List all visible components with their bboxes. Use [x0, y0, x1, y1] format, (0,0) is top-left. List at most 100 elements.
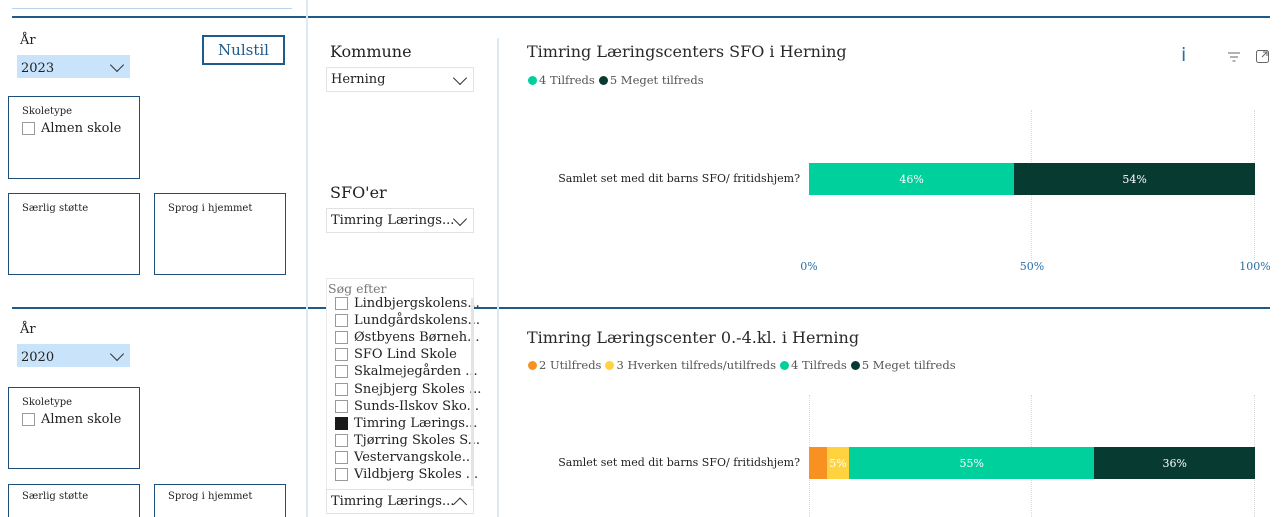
- bar-segment[interactable]: 54%: [1014, 163, 1255, 195]
- chevron-down-icon: [452, 70, 468, 85]
- legend-item[interactable]: 4 Tilfreds: [780, 358, 847, 372]
- school-type-title: Skoletype: [22, 106, 73, 117]
- legend-label: 3 Hverken tilfreds/utilfreds: [616, 358, 776, 372]
- checkbox[interactable]: [335, 297, 348, 310]
- checkbox[interactable]: [335, 331, 348, 345]
- checkbox[interactable]: [22, 413, 35, 426]
- legend-item[interactable]: 4 Tilfreds: [528, 73, 595, 87]
- listbox-scrollbar[interactable]: [471, 298, 474, 486]
- school-type-title: Skoletype: [22, 397, 73, 408]
- sfo-list-item-label: SFO Lind Skole: [354, 347, 457, 363]
- checkbox[interactable]: [335, 399, 348, 413]
- sfo-dropdown-open-value: Timring Lærings...: [331, 494, 455, 509]
- home-language-filter: Sprog i hjemmet: [154, 193, 286, 275]
- data-label: 54%: [1122, 172, 1147, 186]
- checkbox[interactable]: [335, 416, 348, 430]
- legend-item[interactable]: 5 Meget tilfreds: [850, 358, 956, 372]
- checkbox[interactable]: [335, 433, 348, 447]
- data-label: 55%: [959, 456, 984, 470]
- sfo-list-item[interactable]: Tjørring Skoles S...: [335, 433, 480, 448]
- bar-segment[interactable]: 36%: [1094, 447, 1255, 479]
- section-divider-line: [12, 307, 1270, 309]
- bar-segment[interactable]: 5%: [826, 447, 850, 479]
- year-dropdown-bottom[interactable]: 2020: [17, 344, 130, 367]
- category-label: Samlet set med dit barns SFO/ fritidshje…: [558, 456, 800, 469]
- sfo-list-item[interactable]: Østbyens Børneh...: [335, 330, 480, 345]
- sfo-list-item[interactable]: SFO Lind Skole: [335, 347, 457, 362]
- reset-button[interactable]: Nulstil: [202, 35, 285, 65]
- home-language-title: Sprog i hjemmet: [168, 203, 253, 214]
- special-support-title: Særlig støtte: [22, 203, 89, 214]
- sfo-list-item-label: Tjørring Skoles S...: [354, 432, 481, 448]
- school-type-option-almen[interactable]: Almen skole: [22, 412, 121, 427]
- sfo-list-item[interactable]: Sunds-Ilskov Sko...: [335, 399, 479, 414]
- sfo-dropdown-open[interactable]: Timring Lærings...: [326, 489, 474, 514]
- special-support-title: Særlig støtte: [22, 491, 89, 502]
- year-label: År: [20, 33, 36, 48]
- legend-dot: [605, 360, 615, 370]
- sfo-list-item[interactable]: Skalmejegården ...: [335, 364, 478, 379]
- checkbox[interactable]: [22, 122, 35, 135]
- filter-icon[interactable]: [1228, 52, 1240, 62]
- x-tick-label: 50%: [1019, 260, 1045, 273]
- sfo-list-item-label: Sunds-Ilskov Sko...: [354, 398, 479, 414]
- bar-segment[interactable]: 46%: [809, 163, 1015, 195]
- year-label-bottom: År: [20, 322, 36, 337]
- checkbox[interactable]: [335, 348, 348, 362]
- sfo-label: SFO'er: [330, 183, 387, 202]
- year-dropdown-value: 2020: [21, 350, 55, 365]
- sfo-list-item-label: Timring Lærings...: [354, 415, 478, 431]
- legend-dot: [528, 75, 537, 85]
- legend-dot: [850, 360, 860, 370]
- year-dropdown-value: 2023: [21, 61, 55, 76]
- sfo-dropdown[interactable]: Timring Lærings...: [326, 208, 474, 233]
- legend-item[interactable]: 5 Meget tilfreds: [598, 73, 704, 87]
- sfo-list-item[interactable]: Vildbjerg Skoles ...: [335, 467, 478, 482]
- sfo-list-item-label: Lundgårdskolens...: [354, 313, 480, 329]
- bar-segment[interactable]: 55%: [849, 447, 1095, 479]
- chevron-down-icon: [109, 346, 125, 361]
- chart-legend: 4 Tilfreds 5 Meget tilfreds: [528, 73, 705, 87]
- search-input[interactable]: Søg efter: [327, 281, 473, 296]
- sfo-list-item[interactable]: Lundgårdskolens...: [335, 313, 480, 328]
- checkbox[interactable]: [335, 382, 348, 396]
- chart-legend: 2 Utilfreds 3 Hverken tilfreds/utilfreds…: [528, 358, 957, 372]
- sfo-list-item[interactable]: Lindbjergskolens...: [335, 296, 480, 311]
- checkbox[interactable]: [335, 450, 348, 464]
- x-tick-label: 0%: [800, 260, 818, 273]
- kommune-dropdown-value: Herning: [331, 72, 386, 87]
- info-icon[interactable]: i: [1181, 44, 1186, 66]
- left-panel-separator: [306, 0, 308, 517]
- sfo-list-item[interactable]: Snejbjerg Skoles ...: [335, 382, 481, 397]
- chevron-down-icon: [109, 57, 125, 72]
- special-support-filter: Særlig støtte: [8, 193, 140, 275]
- category-label: Samlet set med dit barns SFO/ fritidshje…: [558, 172, 800, 185]
- year-dropdown[interactable]: 2023: [17, 55, 130, 78]
- x-tick-label: 100%: [1239, 260, 1271, 273]
- chart-title: Timring Læringscenter 0.-4.kl. i Herning: [527, 328, 860, 347]
- data-label: 36%: [1162, 456, 1187, 470]
- sfo-list-item[interactable]: Vestervangskole...: [335, 450, 474, 465]
- chart-title: Timring Læringscenters SFO i Herning: [527, 42, 847, 61]
- legend-label: 5 Meget tilfreds: [609, 73, 704, 87]
- chevron-up-icon: [452, 496, 468, 512]
- legend-label: 2 Utilfreds: [539, 358, 602, 372]
- sfo-list-item-label: Skalmejegården ...: [354, 364, 478, 380]
- school-type-option-label: Almen skole: [41, 121, 122, 136]
- school-type-option-label: Almen skole: [41, 412, 122, 427]
- sfo-list-item[interactable]: Timring Lærings...: [335, 416, 477, 431]
- school-type-filter-bottom: Skoletype Almen skole: [8, 387, 140, 469]
- school-type-option-almen[interactable]: Almen skole: [22, 121, 121, 136]
- top-left-divider: [12, 8, 292, 9]
- legend-item[interactable]: 2 Utilfreds: [528, 358, 601, 372]
- kommune-dropdown[interactable]: Herning: [326, 67, 474, 92]
- checkbox[interactable]: [335, 468, 348, 481]
- legend-item[interactable]: 3 Hverken tilfreds/utilfreds: [605, 358, 776, 372]
- home-language-filter-bottom: Sprog i hjemmet: [154, 484, 286, 517]
- focus-mode-icon[interactable]: [1256, 50, 1269, 63]
- checkbox[interactable]: [335, 314, 348, 328]
- bar-segment[interactable]: [809, 447, 827, 479]
- sfo-list-item-label: Vestervangskole...: [354, 449, 475, 465]
- data-label: 46%: [899, 172, 924, 186]
- checkbox[interactable]: [335, 365, 348, 379]
